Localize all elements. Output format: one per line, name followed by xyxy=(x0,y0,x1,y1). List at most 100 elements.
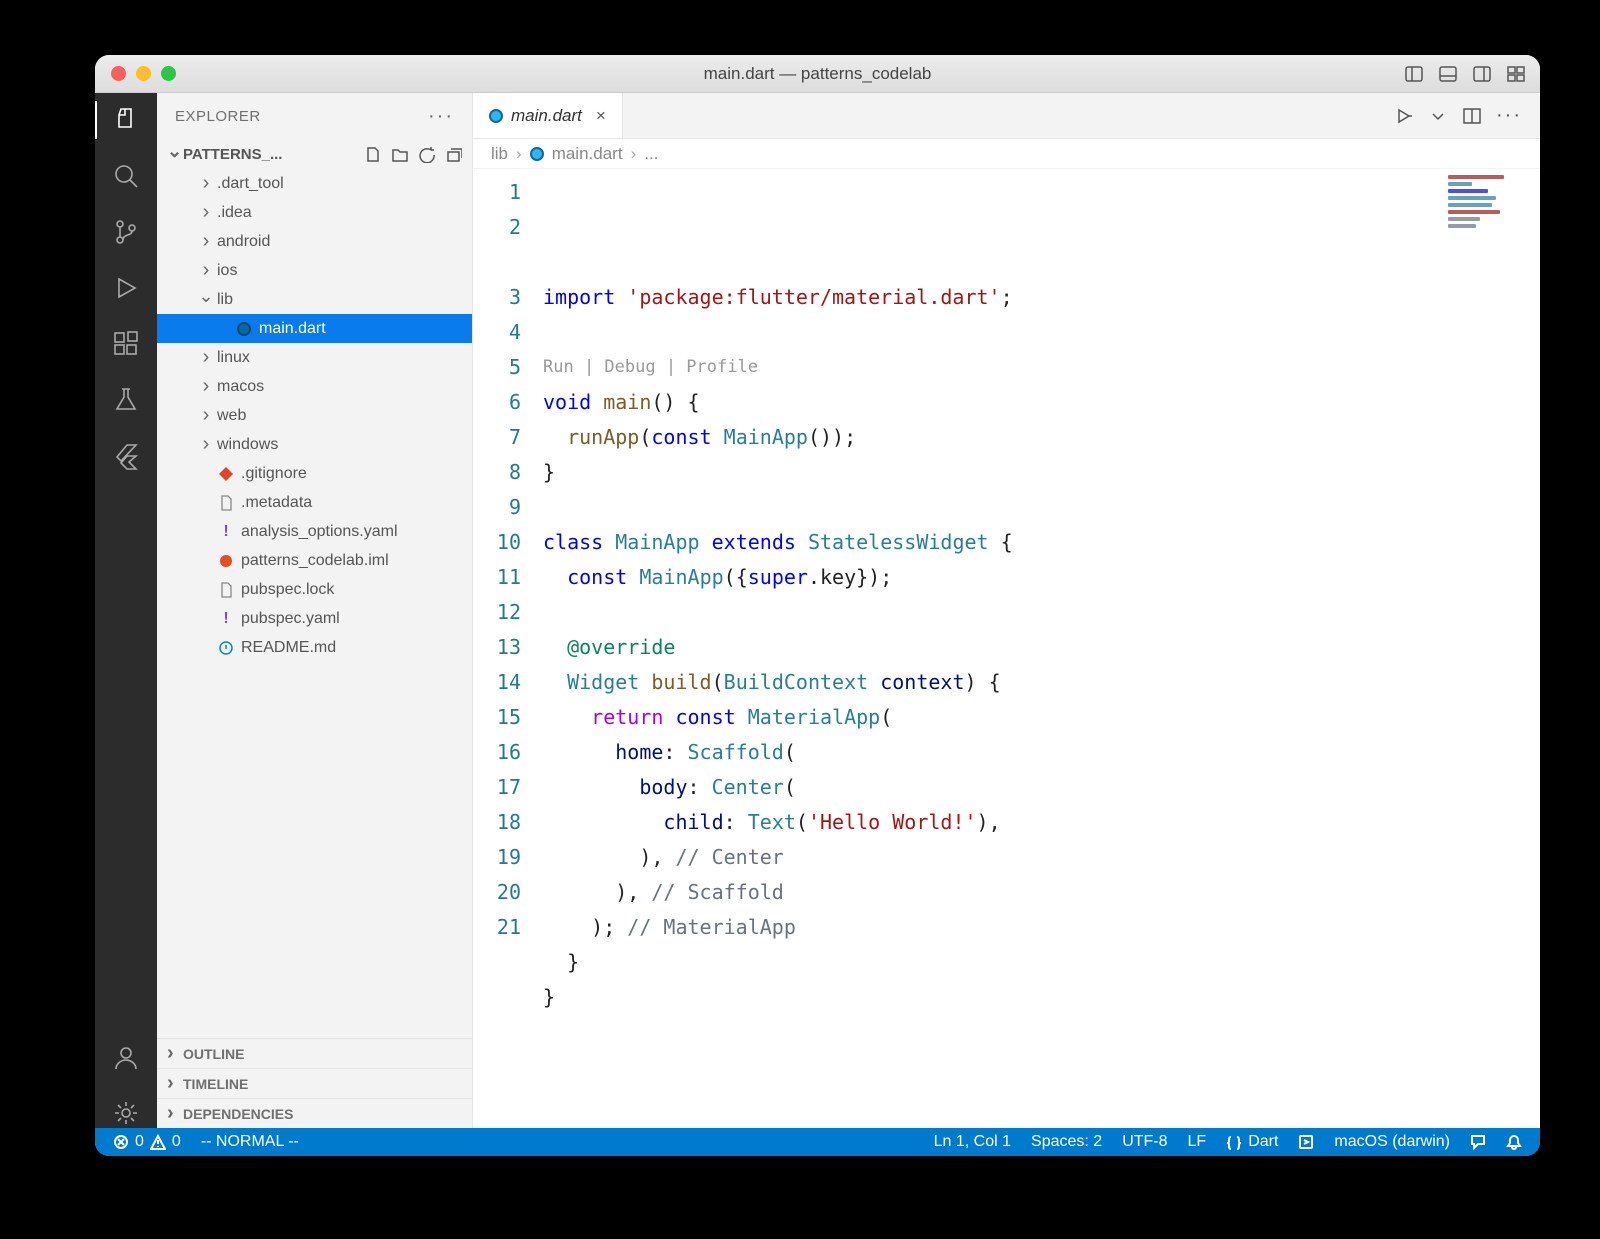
titlebar-layout-icons xyxy=(1404,64,1526,84)
tab-main-dart[interactable]: main.dart × xyxy=(473,93,623,138)
split-editor-icon[interactable] xyxy=(1462,106,1482,126)
tree-item-label: linux xyxy=(217,349,250,367)
collapse-all-icon[interactable] xyxy=(445,146,462,163)
bell-icon xyxy=(1506,1134,1522,1150)
file-row[interactable]: README.md xyxy=(157,633,472,662)
gear-icon xyxy=(112,1099,140,1127)
refresh-icon[interactable] xyxy=(418,146,435,163)
braces-icon xyxy=(1226,1134,1242,1150)
status-eol[interactable]: LF xyxy=(1180,1128,1215,1156)
tree-item-label: web xyxy=(217,407,246,425)
file-icon xyxy=(217,639,235,657)
activity-source-control[interactable] xyxy=(111,217,141,247)
editor-area: main.dart × ··· lib › main.dart › ... xyxy=(473,93,1540,1128)
devtools-icon xyxy=(1298,1134,1314,1150)
close-window-button[interactable] xyxy=(111,66,126,81)
tab-label: main.dart xyxy=(511,106,582,126)
folder-row[interactable]: .dart_tool xyxy=(157,169,472,198)
status-feedback[interactable] xyxy=(1462,1128,1494,1156)
minimize-window-button[interactable] xyxy=(136,66,151,81)
tree-item-label: android xyxy=(217,233,270,251)
toggle-sidebar-icon[interactable] xyxy=(1404,64,1424,84)
timeline-section[interactable]: TIMELINE xyxy=(157,1068,472,1098)
folder-row[interactable]: web xyxy=(157,401,472,430)
search-icon xyxy=(112,162,140,190)
chevron-right-icon xyxy=(167,1102,183,1125)
breadcrumb-segment[interactable]: lib xyxy=(491,144,508,164)
new-file-icon[interactable] xyxy=(364,146,381,163)
chevron-right-icon xyxy=(167,1042,183,1065)
file-row[interactable]: ! pubspec.yaml xyxy=(157,604,472,633)
activity-flutter[interactable] xyxy=(111,441,141,471)
chevron-right-icon xyxy=(167,1072,183,1095)
chevron-down-icon[interactable] xyxy=(1428,106,1448,126)
explorer-more-icon[interactable]: ··· xyxy=(428,105,454,128)
dependencies-section[interactable]: DEPENDENCIES xyxy=(157,1098,472,1128)
breadcrumb[interactable]: lib › main.dart › ... xyxy=(473,139,1540,169)
file-icon xyxy=(217,581,235,599)
toggle-panel-icon[interactable] xyxy=(1438,64,1458,84)
activity-testing[interactable] xyxy=(111,385,141,415)
folder-row[interactable]: lib xyxy=(157,285,472,314)
line-gutter: 12 3456789101112131415161718192021 xyxy=(473,169,543,1128)
folder-row[interactable]: linux xyxy=(157,343,472,372)
tree-item-label: .gitignore xyxy=(241,465,307,483)
titlebar: main.dart — patterns_codelab xyxy=(95,55,1540,93)
beaker-icon xyxy=(112,386,140,414)
folder-row[interactable]: windows xyxy=(157,430,472,459)
file-icon xyxy=(217,465,235,483)
outline-section[interactable]: OUTLINE xyxy=(157,1038,472,1068)
folder-row[interactable]: .idea xyxy=(157,198,472,227)
activity-account[interactable] xyxy=(111,1042,141,1072)
activity-debug[interactable] xyxy=(111,273,141,303)
status-vim-mode[interactable]: -- NORMAL -- xyxy=(193,1128,307,1156)
editor-actions: ··· xyxy=(1394,93,1540,138)
window-title: main.dart — patterns_codelab xyxy=(95,64,1540,84)
chevron-right-icon: › xyxy=(516,144,522,164)
breadcrumb-segment[interactable]: main.dart xyxy=(552,144,623,164)
tree-item-label: README.md xyxy=(241,639,336,657)
activity-search[interactable] xyxy=(111,161,141,191)
file-row[interactable]: .metadata xyxy=(157,488,472,517)
file-icon: ! xyxy=(217,610,235,628)
maximize-window-button[interactable] xyxy=(161,66,176,81)
status-devtools[interactable] xyxy=(1290,1128,1322,1156)
toggle-secondary-sidebar-icon[interactable] xyxy=(1472,64,1492,84)
flutter-icon xyxy=(112,442,140,470)
code-editor[interactable]: 12 3456789101112131415161718192021 impor… xyxy=(473,169,1540,1128)
chevron-right-icon xyxy=(199,351,213,365)
close-tab-icon[interactable]: × xyxy=(596,106,606,126)
editor-more-icon[interactable]: ··· xyxy=(1496,104,1522,127)
status-problems[interactable]: 0 0 xyxy=(105,1128,189,1156)
breadcrumb-segment[interactable]: ... xyxy=(644,144,658,164)
file-row[interactable]: !analysis_options.yaml xyxy=(157,517,472,546)
codelens[interactable]: Run | Debug | Profile xyxy=(543,350,1540,385)
chevron-down-icon xyxy=(167,144,183,165)
status-encoding[interactable]: UTF-8 xyxy=(1114,1128,1175,1156)
layout-grid-icon[interactable] xyxy=(1506,64,1526,84)
status-cursor[interactable]: Ln 1, Col 1 xyxy=(926,1128,1019,1156)
status-notifications[interactable] xyxy=(1498,1128,1530,1156)
tree-item-label: pubspec.yaml xyxy=(241,610,340,628)
run-debug-icon[interactable] xyxy=(1394,106,1414,126)
new-folder-icon[interactable] xyxy=(391,146,408,163)
folder-row[interactable]: android xyxy=(157,227,472,256)
file-row[interactable]: main.dart xyxy=(157,314,472,343)
folder-row[interactable]: ios xyxy=(157,256,472,285)
minimap[interactable] xyxy=(1448,175,1528,265)
activity-settings[interactable] xyxy=(111,1098,141,1128)
file-row[interactable]: .gitignore xyxy=(157,459,472,488)
folder-row[interactable]: macos xyxy=(157,372,472,401)
file-row[interactable]: pubspec.lock xyxy=(157,575,472,604)
status-language[interactable]: Dart xyxy=(1218,1128,1286,1156)
status-target-device[interactable]: macOS (darwin) xyxy=(1326,1128,1458,1156)
activity-explorer[interactable] xyxy=(111,105,141,135)
error-icon xyxy=(113,1134,129,1150)
code-content[interactable]: import 'package:flutter/material.dart'; … xyxy=(543,169,1540,1128)
file-row[interactable]: patterns_codelab.iml xyxy=(157,546,472,575)
branch-icon xyxy=(112,218,140,246)
chevron-right-icon xyxy=(199,438,213,452)
project-header[interactable]: PATTERNS_... xyxy=(157,139,472,169)
status-spaces[interactable]: Spaces: 2 xyxy=(1023,1128,1110,1156)
activity-extensions[interactable] xyxy=(111,329,141,359)
